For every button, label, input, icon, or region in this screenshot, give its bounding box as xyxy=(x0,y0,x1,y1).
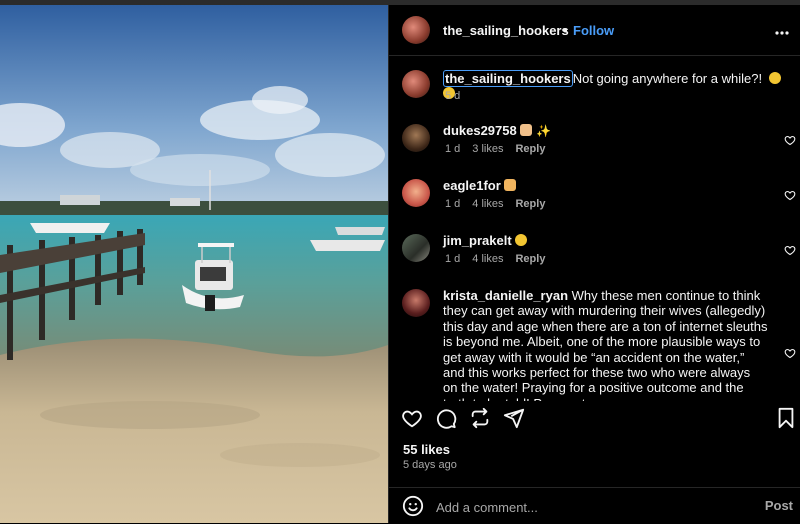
comment-text: Why these men continue to think they can… xyxy=(443,288,768,401)
comment-row: eagle1for 1 d 4 likes Reply xyxy=(389,177,800,217)
praying-hands-emoji-icon xyxy=(520,124,533,136)
bookmark-icon[interactable] xyxy=(775,407,797,429)
like-comment-heart-icon[interactable] xyxy=(784,347,796,359)
beach-dock-photo xyxy=(0,5,388,523)
commenter-username[interactable]: krista_danielle_ryan xyxy=(443,288,568,303)
reply-button[interactable]: Reply xyxy=(515,143,545,155)
commenter-username[interactable]: jim_prakelt xyxy=(443,233,512,248)
commenter-avatar[interactable] xyxy=(402,179,430,207)
author-avatar[interactable] xyxy=(402,16,430,44)
comment-row: krista_danielle_ryan Why these men conti… xyxy=(389,287,800,401)
share-icon[interactable] xyxy=(469,407,491,429)
header-separator: • xyxy=(563,23,568,38)
comment-time: 1 d xyxy=(445,253,461,265)
sunglasses-emoji-icon xyxy=(768,72,781,84)
follow-button[interactable]: Follow xyxy=(573,23,614,38)
commenter-username[interactable]: dukes29758 xyxy=(443,123,517,138)
add-comment-input[interactable] xyxy=(436,498,736,516)
add-comment-bar: Post xyxy=(389,487,800,524)
post-photo[interactable] xyxy=(0,5,388,523)
like-comment-heart-icon[interactable] xyxy=(784,244,796,256)
heart-icon[interactable] xyxy=(401,407,423,429)
post-header: the_sailing_hookers • Follow xyxy=(389,5,800,56)
comment-row: dukes29758 ✨ 1 d 3 likes Reply xyxy=(389,122,800,162)
caption-avatar[interactable] xyxy=(402,70,430,98)
caption-text: Not going anywhere for a while?! xyxy=(572,71,763,86)
likes-count[interactable]: 55 likes xyxy=(403,442,450,457)
sad-face-emoji-icon xyxy=(515,234,528,246)
sparkles-emoji-icon: ✨ xyxy=(535,124,551,138)
author-username[interactable]: the_sailing_hookers xyxy=(443,23,569,38)
post-actions xyxy=(389,401,800,441)
reply-button[interactable]: Reply xyxy=(515,253,545,265)
comment-likes[interactable]: 4 likes xyxy=(472,253,503,265)
emoji-icon[interactable] xyxy=(402,495,424,517)
post-panel: the_sailing_hookers • Follow the_sailing… xyxy=(388,5,800,523)
comment-meta: 1 d 4 likes Reply xyxy=(445,198,557,210)
more-options-icon[interactable] xyxy=(775,19,789,40)
post-time-ago: 5 days ago xyxy=(403,459,457,471)
comments-list[interactable]: the_sailing_hookers Not going anywhere fo… xyxy=(389,56,800,401)
comment-time: 1 d xyxy=(445,198,461,210)
comment-meta: 1 d 3 likes Reply xyxy=(445,143,557,155)
praying-hands-emoji-icon xyxy=(504,179,517,191)
commenter-avatar[interactable] xyxy=(402,234,430,262)
commenter-avatar[interactable] xyxy=(402,289,430,317)
comment-meta: 1 d 4 likes Reply xyxy=(445,253,557,265)
comment-icon[interactable] xyxy=(435,407,457,429)
comment-row: jim_prakelt 1 d 4 likes Reply xyxy=(389,232,800,272)
comment-likes[interactable]: 3 likes xyxy=(472,143,503,155)
reply-button[interactable]: Reply xyxy=(515,198,545,210)
like-comment-heart-icon[interactable] xyxy=(784,134,796,146)
caption-row: the_sailing_hookers Not going anywhere fo… xyxy=(389,68,800,108)
commenter-username[interactable]: eagle1for xyxy=(443,178,501,193)
post-comment-button[interactable]: Post xyxy=(765,498,793,513)
send-icon[interactable] xyxy=(503,407,525,429)
commenter-avatar[interactable] xyxy=(402,124,430,152)
like-comment-heart-icon[interactable] xyxy=(784,189,796,201)
comment-time: 1 d xyxy=(445,143,461,155)
caption-time: 5 d xyxy=(445,90,461,102)
caption-username[interactable]: the_sailing_hookers xyxy=(443,70,573,87)
comment-likes[interactable]: 4 likes xyxy=(472,198,503,210)
